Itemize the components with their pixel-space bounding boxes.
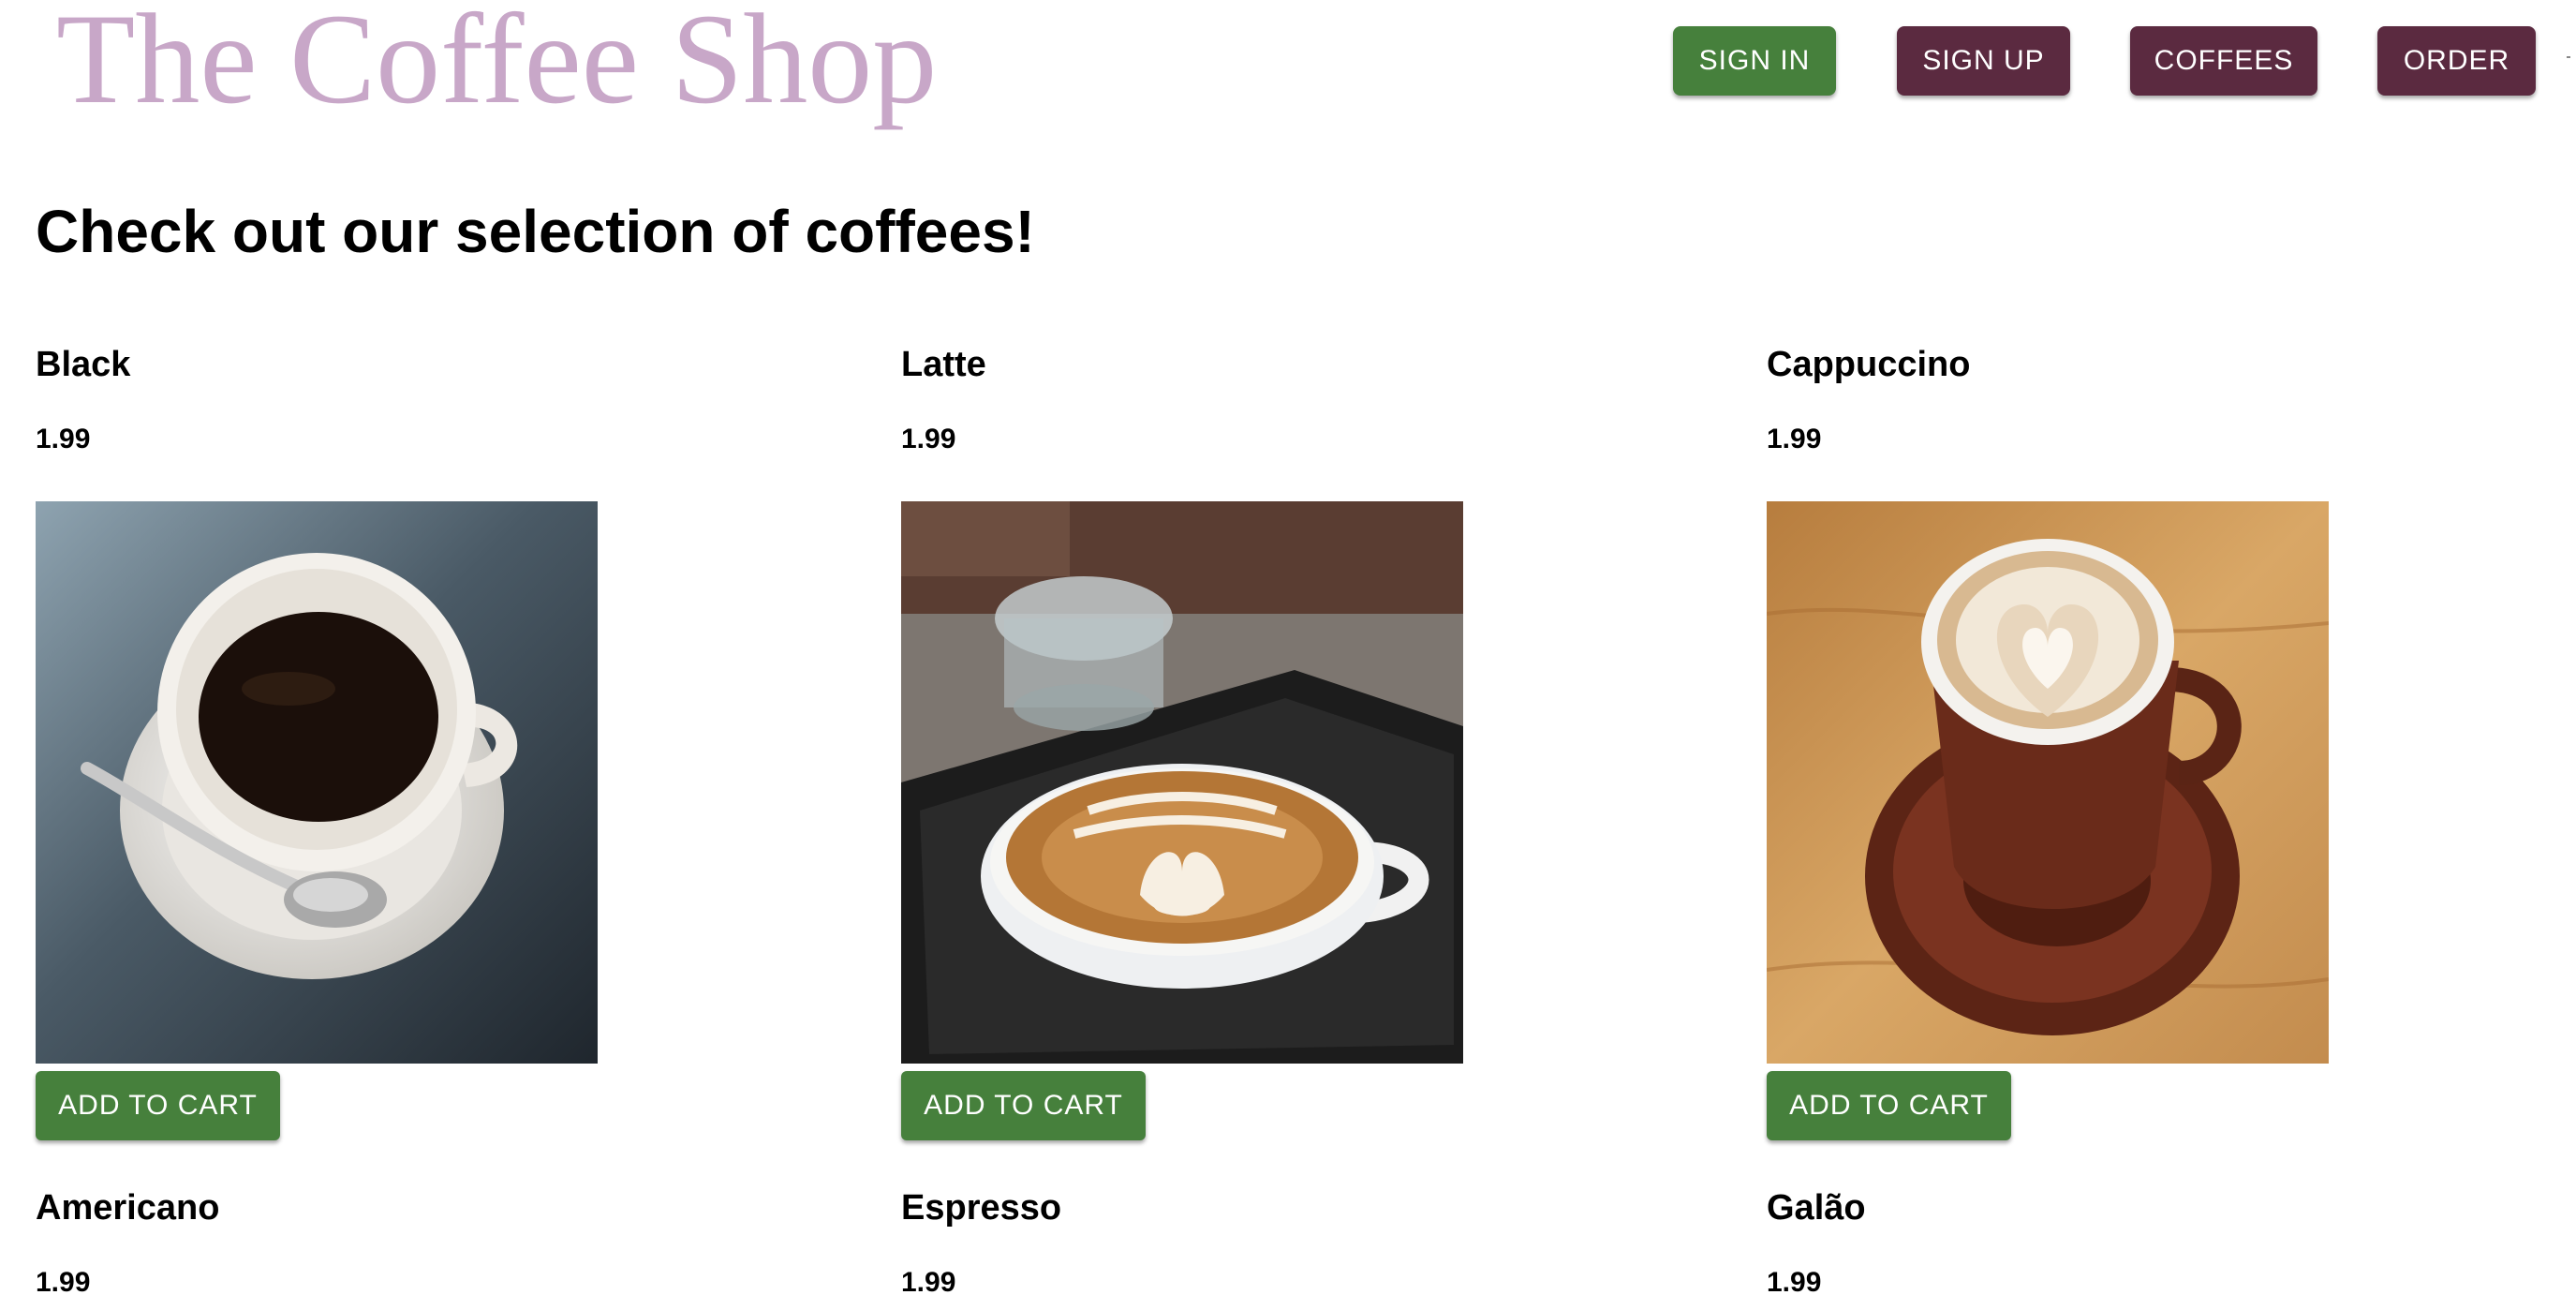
add-to-cart-button[interactable]: ADD TO CART xyxy=(36,1071,280,1140)
product-name: Black xyxy=(36,345,131,384)
product-price: 1.99 xyxy=(36,1267,91,1298)
latte-image xyxy=(901,501,1463,1064)
sign-in-button[interactable]: SIGN IN xyxy=(1673,26,1836,96)
page-heading: Check out our selection of coffees! xyxy=(36,198,1035,265)
product-name: Espresso xyxy=(901,1188,1062,1228)
coffees-nav-button[interactable]: COFFEES xyxy=(2130,26,2317,96)
product-name: Americano xyxy=(36,1188,220,1228)
product-name: Galão xyxy=(1767,1188,1866,1228)
product-price: 1.99 xyxy=(1767,1267,1822,1298)
product-price: 1.99 xyxy=(36,424,91,454)
product-name: Cappuccino xyxy=(1767,345,1971,384)
cappuccino-image xyxy=(1767,501,2329,1064)
product-price: 1.99 xyxy=(901,424,956,454)
add-to-cart-button[interactable]: ADD TO CART xyxy=(901,1071,1146,1140)
black-coffee-image xyxy=(36,501,598,1064)
edge-artifact xyxy=(2567,56,2570,58)
coffee-shop-page: The Coffee Shop SIGN IN SIGN UP COFFEES … xyxy=(0,0,2576,1310)
product-name: Latte xyxy=(901,345,986,384)
product-price: 1.99 xyxy=(901,1267,956,1298)
site-brand-title[interactable]: The Coffee Shop xyxy=(56,0,937,124)
sign-up-button[interactable]: SIGN UP xyxy=(1897,26,2070,96)
order-nav-button[interactable]: ORDER xyxy=(2377,26,2536,96)
add-to-cart-button[interactable]: ADD TO CART xyxy=(1767,1071,2011,1140)
product-price: 1.99 xyxy=(1767,424,1822,454)
